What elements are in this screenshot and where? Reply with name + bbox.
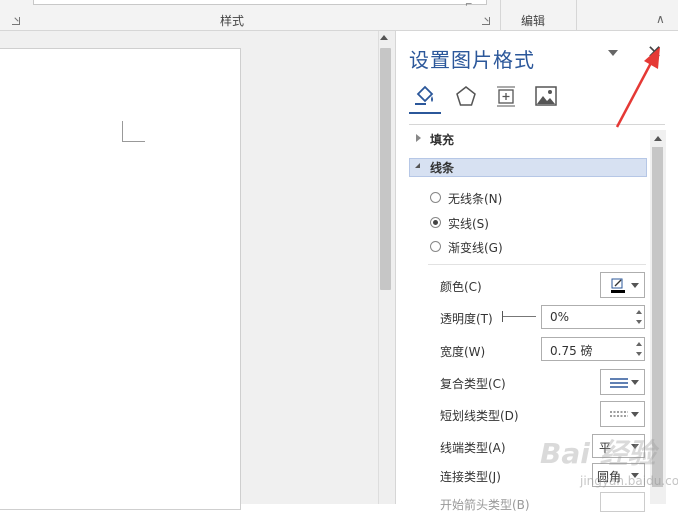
paint-bucket-icon[interactable] <box>412 84 436 108</box>
spin-down-icon[interactable] <box>636 320 642 324</box>
group-divider <box>576 0 577 30</box>
chevron-down-icon <box>631 283 639 288</box>
radio-label-solid-line[interactable]: 实线(S) <box>448 215 489 232</box>
picture-icon[interactable] <box>534 84 558 108</box>
group-label-editing: 编辑 <box>521 14 546 28</box>
color-label: 颜色(C) <box>440 280 482 294</box>
width-label: 宽度(W) <box>440 345 486 359</box>
compound-lines-icon <box>610 378 628 388</box>
collapse-triangle-icon[interactable] <box>415 163 420 168</box>
dash-type-dropdown[interactable] <box>600 401 645 427</box>
compound-type-label: 复合类型(C) <box>440 377 506 391</box>
cap-type-label: 线端类型(A) <box>440 441 506 455</box>
compound-type-dropdown[interactable] <box>600 369 645 395</box>
expand-triangle-icon[interactable] <box>416 134 421 142</box>
watermark-logo: Bai 经验 <box>540 437 656 470</box>
document-page[interactable] <box>0 48 241 510</box>
spin-up-icon[interactable] <box>636 342 642 346</box>
pen-color-icon <box>611 278 625 293</box>
pane-title: 设置图片格式 <box>409 48 535 72</box>
styles-dialog-launcher-icon[interactable] <box>482 17 490 25</box>
pentagon-icon[interactable] <box>454 84 478 108</box>
chevron-down-icon <box>631 412 639 417</box>
transparency-input[interactable]: 0% <box>541 305 645 329</box>
active-tab-indicator <box>409 112 441 114</box>
margin-corner-mark <box>122 121 145 142</box>
watermark-url: jingyan.baidu.com <box>580 474 678 488</box>
annotation-arrow-icon <box>615 47 660 128</box>
width-value[interactable]: 0.75 磅 <box>550 342 593 359</box>
spin-down-icon[interactable] <box>636 352 642 356</box>
chevron-down-icon <box>631 380 639 385</box>
begin-arrow-label: 开始箭头类型(B) <box>440 498 530 512</box>
section-fill[interactable]: 填充 <box>430 131 454 148</box>
width-input[interactable]: 0.75 磅 <box>541 337 645 361</box>
collapse-ribbon-icon[interactable]: ∧ <box>656 12 665 26</box>
join-type-label: 连接类型(J) <box>440 470 501 484</box>
document-scroll-thumb[interactable] <box>380 48 391 290</box>
dash-lines-icon <box>610 411 628 417</box>
divider <box>428 264 646 265</box>
size-position-icon[interactable] <box>494 84 518 108</box>
style-gallery[interactable] <box>33 0 487 5</box>
begin-arrow-dropdown[interactable] <box>600 492 645 512</box>
dash-type-label: 短划线类型(D) <box>440 409 519 423</box>
radio-gradient-line[interactable] <box>430 241 441 252</box>
color-picker-button[interactable] <box>600 272 645 298</box>
radio-solid-line[interactable] <box>430 217 441 228</box>
radio-label-no-line[interactable]: 无线条(N) <box>448 190 502 207</box>
group-label-styles: 样式 <box>220 14 245 28</box>
gallery-more-icon[interactable]: ⌐ <box>465 0 473 10</box>
transparency-value[interactable]: 0% <box>550 310 569 324</box>
transparency-label: 透明度(T) <box>440 312 493 326</box>
section-line[interactable]: 线条 <box>430 159 454 176</box>
radio-no-line[interactable] <box>430 192 441 203</box>
scroll-up-icon[interactable] <box>654 136 662 141</box>
radio-label-gradient-line[interactable]: 渐变线(G) <box>448 239 503 256</box>
transparency-slider-handle[interactable] <box>502 311 503 322</box>
group-divider <box>500 0 501 30</box>
transparency-slider-track[interactable] <box>502 316 536 317</box>
font-dialog-launcher-icon[interactable] <box>12 17 20 25</box>
scroll-up-icon[interactable] <box>380 35 388 40</box>
spin-up-icon[interactable] <box>636 310 642 314</box>
